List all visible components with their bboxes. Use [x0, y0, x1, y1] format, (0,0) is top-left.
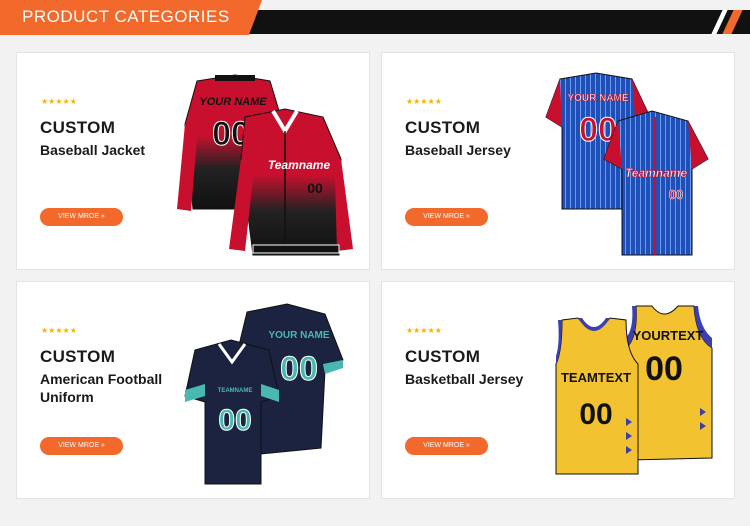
front-number-text: 00 — [579, 398, 612, 431]
card-subtitle: Basketball Jersey — [405, 371, 524, 387]
front-name-text: TEAMTEXT — [561, 370, 631, 385]
rating-stars: ★★★★★ — [41, 326, 77, 335]
rating-stars: ★★★★★ — [406, 326, 442, 335]
category-card-basketball-jersey[interactable]: ★★★★★ CUSTOM Basketball Jersey VIEW MROE… — [381, 281, 735, 499]
baseball-jersey-image: YOUR NAME 00 Teamname 00 — [545, 72, 709, 256]
front-number-text: 00 — [307, 180, 323, 196]
header-tab: PRODUCT CATEGORIES — [0, 0, 262, 35]
card-subtitle: American Football Uniform — [40, 371, 163, 405]
category-card-baseball-jersey[interactable]: ★★★★★ CUSTOM Baseball Jersey VIEW MROE »… — [381, 52, 735, 270]
view-more-button[interactable]: VIEW MROE » — [405, 208, 488, 226]
football-jersey-image: YOUR NAME 00 TEAMNAME 00 — [184, 303, 344, 485]
back-name-text: YOUR NAME — [199, 96, 267, 108]
back-name-text: YOUR NAME — [268, 330, 329, 341]
product-categories-section: PRODUCT CATEGORIES ★★★★★ CUSTOM Baseball… — [0, 0, 750, 526]
rating-stars: ★★★★★ — [41, 97, 77, 106]
back-name-text: YOUR NAME — [567, 93, 628, 104]
view-more-button[interactable]: VIEW MROE » — [40, 208, 123, 226]
category-card-american-football-uniform[interactable]: ★★★★★ CUSTOM American Football Uniform V… — [16, 281, 370, 499]
front-number-text: 00 — [218, 404, 251, 437]
basketball-jersey-image: YOURTEXT 00 TEAMTEXT 00 — [555, 305, 713, 475]
view-more-button[interactable]: VIEW MROE » — [40, 437, 123, 455]
front-name-text: Teamname — [268, 158, 331, 172]
card-subtitle: Baseball Jersey — [405, 142, 511, 158]
rating-stars: ★★★★★ — [406, 97, 442, 106]
card-title: CUSTOM — [40, 118, 116, 137]
baseball-jacket-image: YOUR NAME 00 Teamname 00 — [177, 74, 353, 256]
front-name-text: TEAMNAME — [218, 388, 253, 394]
card-subtitle: Baseball Jacket — [40, 142, 146, 158]
card-title: CUSTOM — [405, 347, 481, 366]
section-title: PRODUCT CATEGORIES — [22, 7, 230, 26]
view-more-button[interactable]: VIEW MROE » — [405, 437, 488, 455]
card-title: CUSTOM — [40, 347, 116, 366]
card-title: CUSTOM — [405, 118, 481, 137]
front-number-text: 00 — [669, 187, 683, 202]
back-number-text: 00 — [280, 350, 318, 388]
back-name-text: YOURTEXT — [633, 328, 704, 343]
front-name-text: Teamname — [625, 166, 688, 180]
category-card-baseball-jacket[interactable]: ★★★★★ CUSTOM Baseball Jacket VIEW MROE »… — [16, 52, 370, 270]
back-number-text: 00 — [645, 350, 683, 388]
